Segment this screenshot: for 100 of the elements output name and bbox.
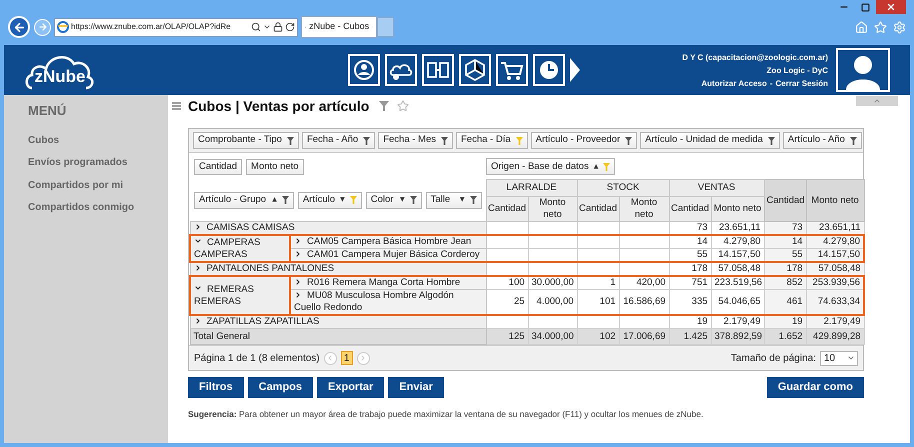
row-group-header[interactable]: CAMPERAS CAMPERAS — [190, 235, 290, 262]
filter-icon[interactable] — [282, 196, 289, 204]
row-item-header[interactable]: MU08 Musculosa Hombre Algodón Cuello Redondo — [290, 290, 486, 315]
filter-icon[interactable] — [441, 136, 448, 144]
field-chip[interactable]: Artículo - Unidad de medida — [640, 132, 780, 149]
filter-icon[interactable] — [470, 196, 477, 204]
menu-item[interactable]: Compartidos conmigo — [28, 200, 168, 222]
clock-icon[interactable] — [533, 54, 566, 86]
back-button[interactable] — [8, 16, 30, 38]
value-cell: 55 — [764, 248, 806, 262]
url-text: https://www.znube.com.ar/OLAP/OLAP?idRe — [71, 21, 232, 33]
filter-icon[interactable] — [850, 136, 857, 144]
row-group-header[interactable]: ZAPATILLAS ZAPATILLAS — [190, 315, 486, 328]
cloud-gear-icon[interactable] — [385, 54, 418, 86]
value-cell — [486, 315, 528, 328]
measure-header[interactable]: Monto neto — [619, 196, 670, 222]
value-cell: 14 — [764, 235, 806, 248]
menu-icon[interactable] — [172, 102, 181, 110]
field-label: Artículo - Grupo — [199, 194, 268, 206]
next-arrow-icon[interactable] — [570, 58, 580, 82]
value-cell: 751 — [669, 276, 712, 290]
cube-icon[interactable] — [459, 54, 492, 86]
close-icon — [886, 2, 896, 12]
total-cell: 1.425 — [669, 328, 712, 344]
measure-header[interactable]: Monto neto — [528, 196, 578, 222]
field-label: Artículo - Proveedor — [536, 133, 620, 148]
value-cell: 852 — [764, 276, 806, 290]
refresh-icon[interactable] — [285, 22, 295, 32]
action-button[interactable]: Filtros — [188, 377, 244, 398]
page-size-label: Tamaño de página: — [730, 352, 816, 366]
value-cell — [619, 248, 670, 262]
cart-icon[interactable] — [496, 54, 528, 86]
column-header[interactable]: STOCK — [577, 180, 670, 196]
total-column-header[interactable]: Cantidad — [764, 180, 806, 222]
action-button[interactable]: Campos — [248, 377, 314, 398]
filter-icon[interactable] — [768, 136, 775, 144]
browser-tab[interactable]: zNube - Cubos — [301, 16, 377, 38]
expand-icon[interactable] — [294, 250, 302, 258]
measure-header[interactable]: Cantidad — [486, 196, 528, 222]
field-chip[interactable]: Artículo - Proveedor — [530, 132, 638, 149]
field-chip[interactable]: Artículo - Año — [782, 132, 862, 149]
row-group-header[interactable]: REMERAS REMERAS — [190, 276, 290, 315]
menu-item[interactable]: Envíos programados — [28, 155, 168, 178]
row-group-header[interactable]: CAMISAS CAMISAS — [190, 222, 486, 235]
pager-summary: Página 1 de 1 (8 elementos) — [194, 352, 320, 366]
row-item-header[interactable]: CAM05 Campera Básica Hombre Jean — [290, 235, 486, 248]
expand-icon[interactable] — [194, 316, 202, 325]
tables-icon[interactable] — [422, 54, 454, 86]
search-icon[interactable] — [251, 22, 261, 32]
measure-header[interactable]: Cantidad — [577, 196, 620, 222]
value-cell: 4.000,00 — [528, 290, 578, 315]
field-chip[interactable]: Fecha - Mes — [378, 132, 453, 149]
menu-item[interactable]: Compartidos por mi — [28, 178, 168, 200]
save-as-button[interactable]: Guardar como — [766, 377, 864, 398]
people-cycle-icon[interactable] — [348, 54, 380, 86]
field-chip[interactable]: Monto neto — [246, 158, 304, 175]
value-cell — [528, 315, 578, 328]
action-button[interactable]: Exportar — [317, 377, 384, 398]
person-icon — [846, 54, 880, 90]
filter-icon[interactable] — [625, 136, 632, 144]
row-item-header[interactable]: R016 Remera Manga Corta Hombre — [290, 276, 486, 290]
expand-icon[interactable] — [194, 264, 202, 272]
collapse-icon[interactable] — [194, 284, 202, 292]
column-header[interactable]: LARRALDE — [486, 180, 578, 196]
collapse-icon[interactable] — [194, 237, 202, 246]
address-field[interactable]: https://www.znube.com.ar/OLAP/OLAP?idRe — [54, 18, 298, 36]
expand-icon[interactable] — [294, 290, 302, 299]
measure-header[interactable]: Cantidad — [669, 196, 712, 222]
menu-item[interactable]: Cubos — [28, 132, 168, 155]
maximize-icon — [860, 2, 870, 12]
action-button[interactable]: Enviar — [388, 377, 444, 398]
expand-icon[interactable] — [294, 278, 302, 286]
filter-icon[interactable] — [286, 136, 294, 144]
field-chip[interactable]: Cantidad — [194, 158, 242, 175]
field-chip[interactable]: Fecha - Año — [302, 132, 376, 149]
expand-icon[interactable] — [194, 222, 202, 231]
avatar[interactable] — [836, 48, 890, 92]
total-cell: 1.652 — [764, 328, 806, 344]
page-title: Cubos | Ventas por artículo — [188, 96, 370, 116]
column-header[interactable]: VENTAS — [669, 180, 764, 196]
menu-title: MENÚ — [28, 102, 68, 120]
page-size-select[interactable]: 10 — [820, 350, 858, 366]
value-cell: 19 — [669, 315, 712, 328]
field-label: Talle — [430, 194, 452, 206]
measure-header[interactable]: Monto neto — [711, 196, 764, 222]
filter-icon[interactable] — [363, 136, 370, 144]
field-chip[interactable]: Comprobante - Tipo — [193, 132, 299, 149]
close-button[interactable] — [876, 0, 906, 14]
page-button[interactable]: 1 — [340, 351, 353, 365]
total-column-header[interactable]: Monto neto — [806, 180, 864, 222]
value-cell — [528, 248, 578, 262]
hint-text: Sugerencia: Para obtener un mayor área de trabajo puede maximizar la ventana de su navegador (F11) y ocultar los menues de zNube. — [188, 409, 704, 419]
logout-link[interactable]: Cerrar Sesión — [776, 76, 828, 90]
authorize-access-link[interactable]: Autorizar Acceso — [701, 76, 767, 90]
dropdown-icon[interactable] — [263, 23, 271, 31]
field-chip[interactable]: Fecha - Día — [456, 132, 528, 149]
row-item-header[interactable]: CAM01 Campera Mujer Básica Corderoy — [290, 248, 486, 262]
filter-icon[interactable] — [410, 196, 417, 204]
expand-icon[interactable] — [294, 236, 302, 245]
value-cell: 223.519,56 — [711, 276, 764, 290]
